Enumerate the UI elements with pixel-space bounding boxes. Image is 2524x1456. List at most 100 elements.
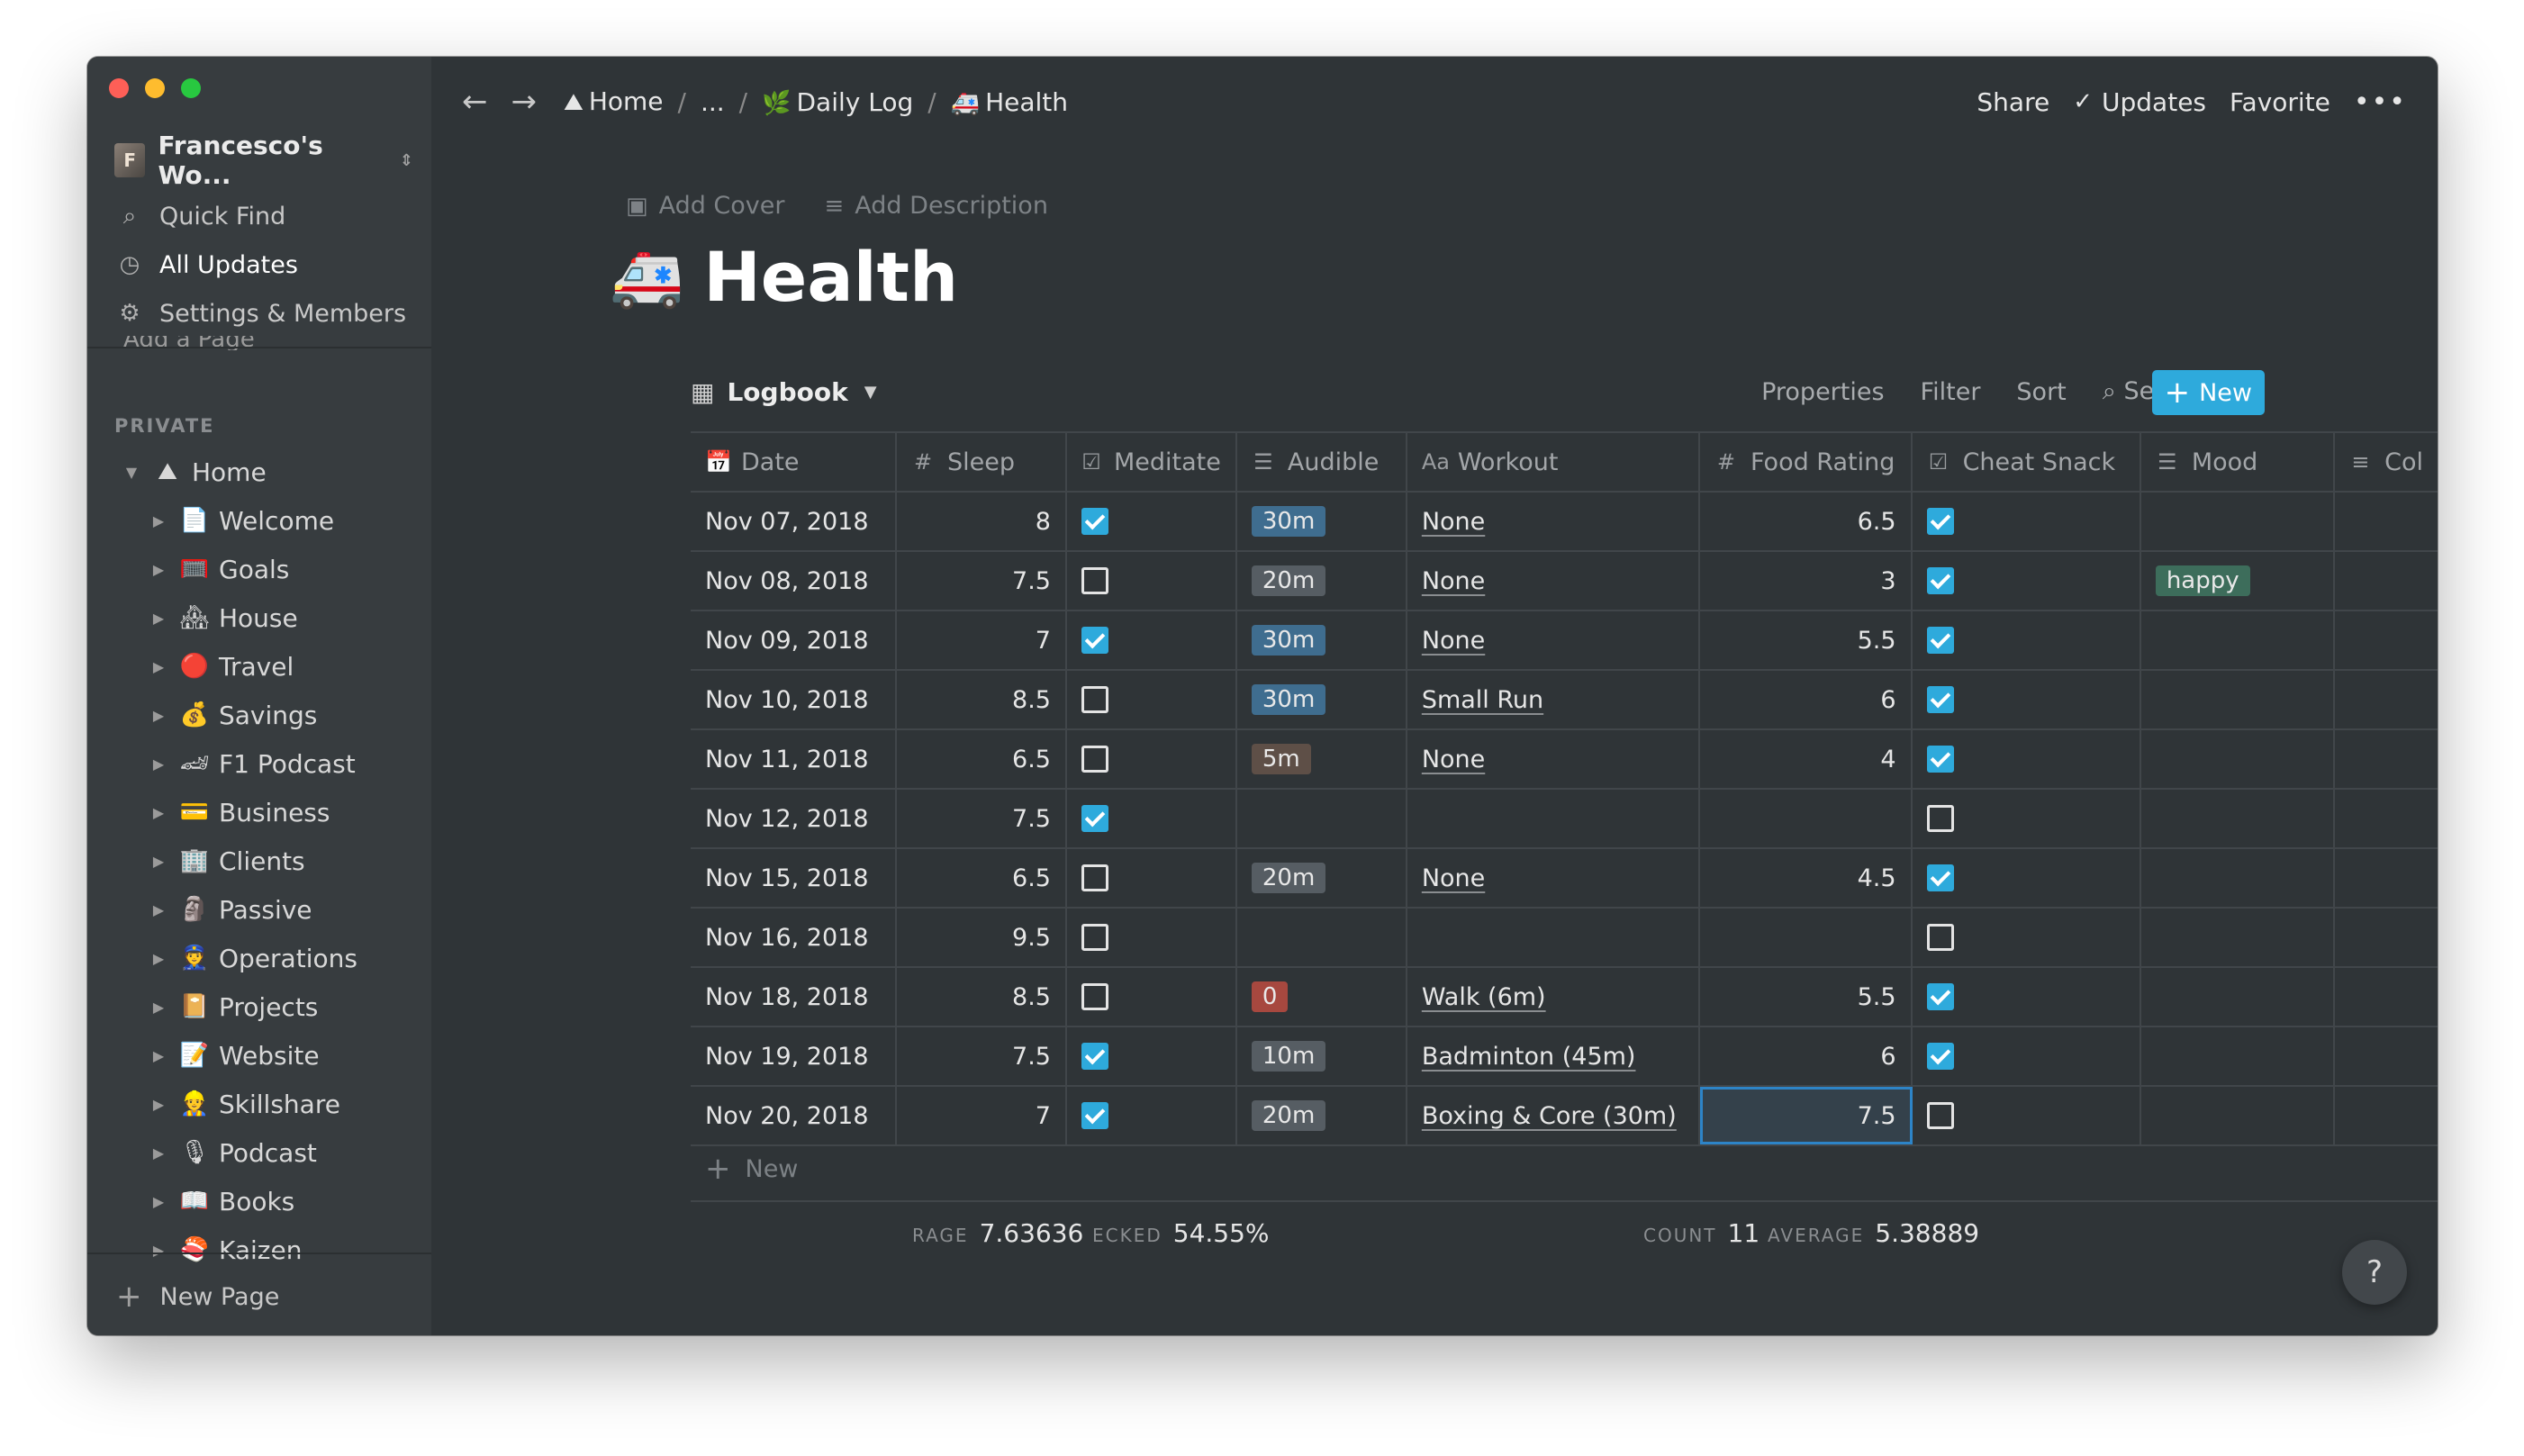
breadcrumb-item[interactable]: 🚑 Health bbox=[951, 87, 1068, 117]
triangle-right-icon[interactable]: ▶ bbox=[149, 1047, 168, 1064]
sleep-cell[interactable]: 8.5 bbox=[897, 968, 1067, 1026]
cheat-snack-checkbox[interactable] bbox=[1926, 805, 1954, 832]
meditate-checkbox[interactable] bbox=[1081, 864, 1108, 891]
workout-link[interactable]: Badminton (45m) bbox=[1422, 1043, 1636, 1071]
workout-cell[interactable]: Small Run bbox=[1407, 671, 1700, 728]
meditate-checkbox[interactable] bbox=[1081, 924, 1108, 951]
date-cell[interactable]: Nov 07, 2018 bbox=[691, 493, 898, 550]
mood-cell[interactable] bbox=[2141, 1027, 2335, 1085]
sidebar-all-updates[interactable]: ◷ All Updates bbox=[87, 240, 431, 289]
sidebar-item-house[interactable]: ▶ 🏘 House bbox=[87, 593, 431, 642]
column-header-col[interactable]: ≡ Col bbox=[2335, 433, 2438, 491]
sleep-cell[interactable]: 7.5 bbox=[897, 790, 1067, 847]
audible-cell[interactable] bbox=[1237, 790, 1407, 847]
sleep-cell[interactable]: 7.5 bbox=[897, 552, 1067, 610]
sidebar-item-skillshare[interactable]: ▶ 👷 Skillshare bbox=[87, 1080, 431, 1128]
breadcrumb-item[interactable]: ... bbox=[701, 87, 725, 117]
sleep-cell[interactable]: 8.5 bbox=[897, 671, 1067, 728]
audible-cell[interactable]: 20m bbox=[1237, 552, 1407, 610]
sidebar-item-passive[interactable]: ▶ 🗿 Passive bbox=[87, 885, 431, 934]
audible-cell[interactable] bbox=[1237, 909, 1407, 966]
back-arrow-icon[interactable]: ← bbox=[462, 84, 488, 120]
mood-cell[interactable] bbox=[2141, 849, 2335, 907]
food-rating-cell[interactable]: 4.5 bbox=[1700, 849, 1913, 907]
audible-cell[interactable]: 30m bbox=[1237, 671, 1407, 728]
date-cell[interactable]: Nov 09, 2018 bbox=[691, 611, 898, 669]
sidebar-item-projects[interactable]: ▶ 📔 Projects bbox=[87, 982, 431, 1031]
cheat-snack-cell[interactable] bbox=[1913, 552, 2141, 610]
workout-link[interactable]: None bbox=[1422, 567, 1485, 595]
sidebar-item-welcome[interactable]: ▶ 📄 Welcome bbox=[87, 496, 431, 545]
cheat-snack-checkbox[interactable] bbox=[1926, 1043, 1954, 1070]
cheat-snack-checkbox[interactable] bbox=[1926, 567, 1954, 594]
new-page-button[interactable]: + New Page bbox=[116, 1281, 279, 1312]
audible-cell[interactable]: 0 bbox=[1237, 968, 1407, 1026]
extra-column-cell[interactable] bbox=[2335, 493, 2438, 550]
page-title-text[interactable]: Health bbox=[703, 237, 958, 317]
calc-workout-count[interactable]: COUNT 11 bbox=[1643, 1218, 1760, 1248]
extra-column-cell[interactable] bbox=[2335, 849, 2438, 907]
sidebar-item-operations[interactable]: ▶ 👮 Operations bbox=[87, 934, 431, 982]
meditate-cell[interactable] bbox=[1067, 611, 1237, 669]
triangle-right-icon[interactable]: ▶ bbox=[149, 658, 168, 675]
triangle-right-icon[interactable]: ▶ bbox=[149, 853, 168, 870]
date-cell[interactable]: Nov 11, 2018 bbox=[691, 730, 898, 788]
cheat-snack-cell[interactable] bbox=[1913, 790, 2141, 847]
column-header-meditate[interactable]: ☑ Meditate bbox=[1067, 433, 1237, 491]
sleep-cell[interactable]: 8 bbox=[897, 493, 1067, 550]
sidebar-settings[interactable]: ⚙ Settings & Members bbox=[87, 289, 431, 338]
column-header-workout[interactable]: Aa Workout bbox=[1407, 433, 1700, 491]
triangle-right-icon[interactable]: ▶ bbox=[149, 804, 168, 821]
triangle-down-icon[interactable]: ▼ bbox=[122, 464, 141, 481]
breadcrumb-item[interactable]: 🌿 Daily Log bbox=[762, 87, 913, 117]
food-rating-cell[interactable] bbox=[1700, 790, 1913, 847]
extra-column-cell[interactable] bbox=[2335, 611, 2438, 669]
sidebar-item-website[interactable]: ▶ 📝 Website bbox=[87, 1031, 431, 1080]
calc-food-average[interactable]: AVERAGE 5.38889 bbox=[1768, 1218, 1979, 1248]
triangle-right-icon[interactable]: ▶ bbox=[149, 561, 168, 578]
extra-column-cell[interactable] bbox=[2335, 1087, 2438, 1144]
triangle-right-icon[interactable]: ▶ bbox=[149, 901, 168, 918]
workout-cell[interactable]: Badminton (45m) bbox=[1407, 1027, 1700, 1085]
breadcrumb-item[interactable]: ⛰ Home bbox=[564, 86, 664, 117]
workspace-switcher[interactable]: F Francesco's Wo... ⇕ bbox=[114, 131, 413, 190]
extra-column-cell[interactable] bbox=[2335, 552, 2438, 610]
audible-cell[interactable]: 20m bbox=[1237, 849, 1407, 907]
cheat-snack-checkbox[interactable] bbox=[1926, 1102, 1954, 1129]
sleep-cell[interactable]: 7.5 bbox=[897, 1027, 1067, 1085]
cheat-snack-checkbox[interactable] bbox=[1926, 627, 1954, 654]
cheat-snack-cell[interactable] bbox=[1913, 1087, 2141, 1144]
add-description-button[interactable]: ≡ Add Description bbox=[825, 192, 1048, 220]
ambulance-icon[interactable]: 🚑 bbox=[610, 242, 683, 312]
triangle-right-icon[interactable]: ▶ bbox=[149, 1193, 168, 1210]
cheat-snack-cell[interactable] bbox=[1913, 493, 2141, 550]
date-cell[interactable]: Nov 18, 2018 bbox=[691, 968, 898, 1026]
extra-column-cell[interactable] bbox=[2335, 730, 2438, 788]
column-header-cheat-snack[interactable]: ☑ Cheat Snack bbox=[1913, 433, 2141, 491]
food-rating-cell[interactable]: 6 bbox=[1700, 1027, 1913, 1085]
triangle-right-icon[interactable]: ▶ bbox=[149, 707, 168, 724]
meditate-checkbox[interactable] bbox=[1081, 983, 1108, 1010]
meditate-checkbox[interactable] bbox=[1081, 1043, 1108, 1070]
food-rating-cell[interactable]: 6 bbox=[1700, 671, 1913, 728]
mood-cell[interactable] bbox=[2141, 671, 2335, 728]
new-row-button[interactable]: + New bbox=[2151, 370, 2265, 415]
cheat-snack-checkbox[interactable] bbox=[1926, 746, 1954, 773]
cheat-snack-cell[interactable] bbox=[1913, 730, 2141, 788]
triangle-right-icon[interactable]: ▶ bbox=[149, 1242, 168, 1259]
filter-button[interactable]: Filter bbox=[1921, 378, 1981, 406]
meditate-checkbox[interactable] bbox=[1081, 567, 1108, 594]
view-switcher[interactable]: ▦ Logbook ▼ bbox=[691, 377, 877, 407]
mood-cell[interactable] bbox=[2141, 1087, 2335, 1144]
sleep-cell[interactable]: 7 bbox=[897, 611, 1067, 669]
column-header-date[interactable]: 📅 Date bbox=[691, 433, 898, 491]
sidebar-item-home[interactable]: ▼ ⛰ Home bbox=[87, 448, 431, 496]
forward-arrow-icon[interactable]: → bbox=[511, 84, 538, 120]
mood-cell[interactable] bbox=[2141, 611, 2335, 669]
sidebar-item-kaizen[interactable]: ▶ 🍣 Kaizen bbox=[87, 1225, 431, 1274]
sleep-cell[interactable]: 9.5 bbox=[897, 909, 1067, 966]
sleep-cell[interactable]: 6.5 bbox=[897, 849, 1067, 907]
food-rating-cell[interactable]: 5.5 bbox=[1700, 968, 1913, 1026]
date-cell[interactable]: Nov 15, 2018 bbox=[691, 849, 898, 907]
sidebar-item-clients[interactable]: ▶ 🏢 Clients bbox=[87, 837, 431, 885]
